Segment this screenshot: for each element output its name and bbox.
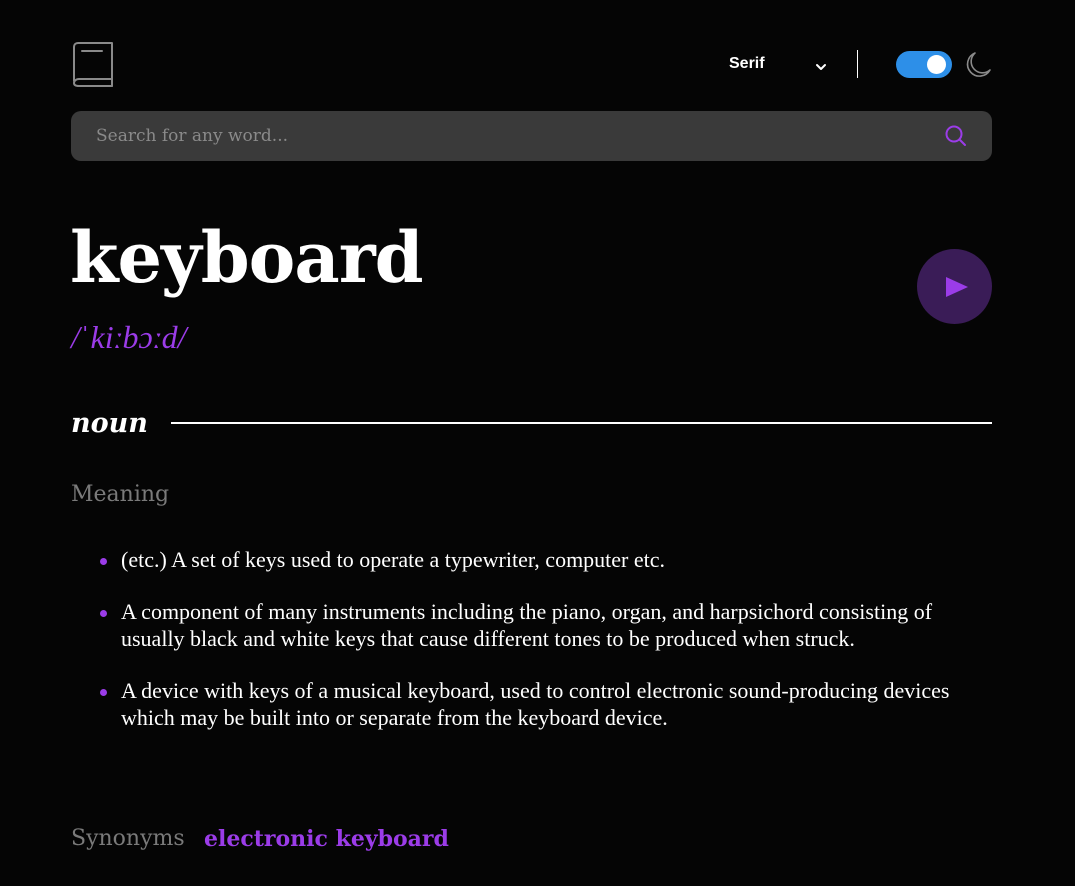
definition-text: A device with keys of a musical keyboard… [121,678,950,730]
font-family-select[interactable]: Serif [729,52,829,76]
definition-text: (etc.) A set of keys used to operate a t… [121,547,666,572]
dictionary-app: Serif keyboard /ˈkiːbɔːd/ nou [0,0,1075,886]
part-of-speech: noun [71,408,148,439]
search-input[interactable] [71,111,931,161]
bullet-icon [100,610,107,617]
search-icon[interactable] [944,124,968,148]
bullet-icon [100,558,107,565]
play-audio-button[interactable] [917,249,992,324]
font-select-value: Serif [729,55,765,72]
definition-item: (etc.) A set of keys used to operate a t… [71,546,951,573]
bullet-icon [100,689,107,696]
definition-item: A component of many instruments includin… [71,598,951,652]
book-icon[interactable] [72,41,114,87]
chevron-down-icon [814,58,828,70]
section-divider [171,422,992,424]
phonetic-text: /ˈkiːbɔːd/ [71,319,187,355]
moon-icon [963,50,993,80]
meaning-heading: Meaning [71,482,170,507]
synonyms-label: Synonyms [71,826,185,851]
header-divider [857,50,858,78]
definition-item: A device with keys of a musical keyboard… [71,677,951,731]
word-title: keyboard [70,216,424,299]
play-icon [946,277,968,297]
definition-text: A component of many instruments includin… [121,599,933,651]
toggle-knob [927,55,946,74]
search-bar [71,111,992,161]
definition-list: (etc.) A set of keys used to operate a t… [71,546,951,731]
theme-toggle[interactable] [896,51,952,78]
synonym-link[interactable]: electronic keyboard [204,824,449,854]
